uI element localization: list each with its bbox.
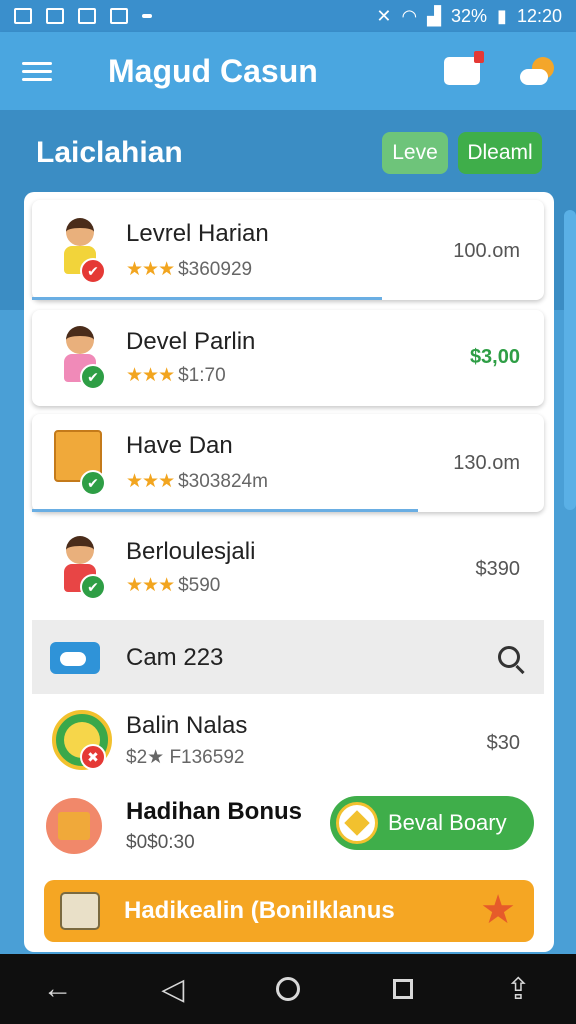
list-item[interactable]: ✔ Have Dan ★★★ $303824m 130.om xyxy=(32,414,544,512)
level-pill-button[interactable]: Leve xyxy=(382,132,448,174)
item-amount: 130.om xyxy=(453,452,520,474)
list-item[interactable]: ✔ Levrel Harian ★★★ $360929 100.om xyxy=(32,200,544,300)
status-badge: ✔ xyxy=(80,574,106,600)
progress-bar xyxy=(32,297,382,300)
status-badge: ✔ xyxy=(80,470,106,496)
rating-stars: ★★★ xyxy=(126,471,175,492)
list-card: ✔ Levrel Harian ★★★ $360929 100.om ✔ Deve… xyxy=(24,192,554,952)
bluetooth-icon: ✕ xyxy=(376,5,392,26)
item-amount: $30 xyxy=(486,732,520,754)
battery-text: 32% xyxy=(451,5,488,26)
item-price: $590 xyxy=(178,575,221,596)
item-title: Have Dan xyxy=(126,432,233,459)
alarm-icon xyxy=(46,8,64,24)
item-subtitle: ★★★ $1:70 xyxy=(126,364,226,387)
item-amount: 100.om xyxy=(453,240,520,262)
bonus-title: Hadihan Bonus xyxy=(126,798,303,825)
notification-icon xyxy=(14,8,32,24)
section-title: Laiclahian xyxy=(36,136,183,169)
bonus-button-label: Beval Boary xyxy=(388,810,507,835)
home-icon xyxy=(275,977,300,1001)
item-price: $360929 xyxy=(178,259,253,280)
bonus-claim-label: Hadikealin (Bonilklanus xyxy=(124,897,395,924)
bonus-claim-button[interactable]: Hadikealin (Bonilklanus ★ xyxy=(44,880,534,942)
navigation-bar: ← ◁ ⇪ xyxy=(0,954,576,1024)
rating-stars: ★★★ xyxy=(126,259,175,280)
item-amount: $3,00 xyxy=(469,346,520,368)
item-title: Levrel Harian xyxy=(126,220,269,247)
item-subtitle: ★★★ $590 xyxy=(126,574,220,597)
mail-icon xyxy=(78,8,96,24)
home-button[interactable] xyxy=(260,961,316,1017)
signal-icon: ▟ xyxy=(427,5,442,26)
list-item[interactable]: ✖ Balin Nalas $2★ F136592 $30 xyxy=(32,698,544,784)
wallet-icon xyxy=(60,892,100,930)
item-title: Devel Parlin xyxy=(126,328,256,355)
scroll-indicator[interactable] xyxy=(564,210,576,510)
back-triangle-icon[interactable]: ◁ xyxy=(145,961,201,1017)
status-badge: ✔ xyxy=(80,258,106,284)
search-label: Cam 223 xyxy=(126,644,224,671)
truck-icon[interactable] xyxy=(444,51,484,85)
status-badge: ✔ xyxy=(80,364,106,390)
item-subtitle: $2★ F136592 xyxy=(126,747,245,768)
bonus-subtitle: $0$0:30 xyxy=(126,832,195,853)
item-price: $303824m xyxy=(178,471,268,492)
search-row[interactable]: Cam 223 xyxy=(32,620,544,694)
weather-icon[interactable] xyxy=(520,57,554,85)
app-bar: Magud Casun xyxy=(0,32,576,110)
share-icon[interactable]: ⇪ xyxy=(490,961,546,1017)
item-subtitle: ★★★ $360929 xyxy=(126,258,252,281)
recents-icon xyxy=(393,979,414,999)
progress-bar xyxy=(32,509,418,512)
item-title: Balin Nalas xyxy=(126,712,248,739)
bolt-icon xyxy=(336,802,378,844)
app-title: Magud Casun xyxy=(108,52,318,89)
rating-stars: ★★★ xyxy=(126,365,175,386)
recents-button[interactable] xyxy=(375,961,431,1017)
wifi-icon: ◠ xyxy=(401,5,418,26)
star-icon: ★ xyxy=(480,888,516,932)
dot-icon xyxy=(142,14,152,18)
item-amount: $390 xyxy=(475,558,521,580)
item-subtitle: ★★★ $303824m xyxy=(126,470,268,493)
gift-icon xyxy=(46,798,102,854)
cloud-icon xyxy=(50,642,100,674)
list-item[interactable]: ✔ Berloulesjali ★★★ $590 $390 xyxy=(32,522,544,618)
item-title: Berloulesjali xyxy=(126,538,256,565)
item-price: $1:70 xyxy=(178,365,226,386)
clear-pill-button[interactable]: Dleaml xyxy=(458,132,542,174)
status-badge: ✖ xyxy=(80,744,106,770)
status-bar: ✕ ◠ ▟ 32% ▮ 12:20 xyxy=(0,0,576,32)
list-item[interactable]: ✔ Devel Parlin ★★★ $1:70 $3,00 xyxy=(32,310,544,406)
search-icon[interactable] xyxy=(498,646,520,668)
rating-stars: ★★★ xyxy=(126,575,175,596)
hamburger-menu-icon[interactable] xyxy=(22,61,52,81)
bonus-button[interactable]: Beval Boary xyxy=(330,796,534,850)
back-arrow-icon[interactable]: ← xyxy=(30,961,86,1017)
battery-icon: ▮ xyxy=(497,5,507,26)
clock: 12:20 xyxy=(516,5,562,26)
calendar-icon xyxy=(110,8,128,24)
